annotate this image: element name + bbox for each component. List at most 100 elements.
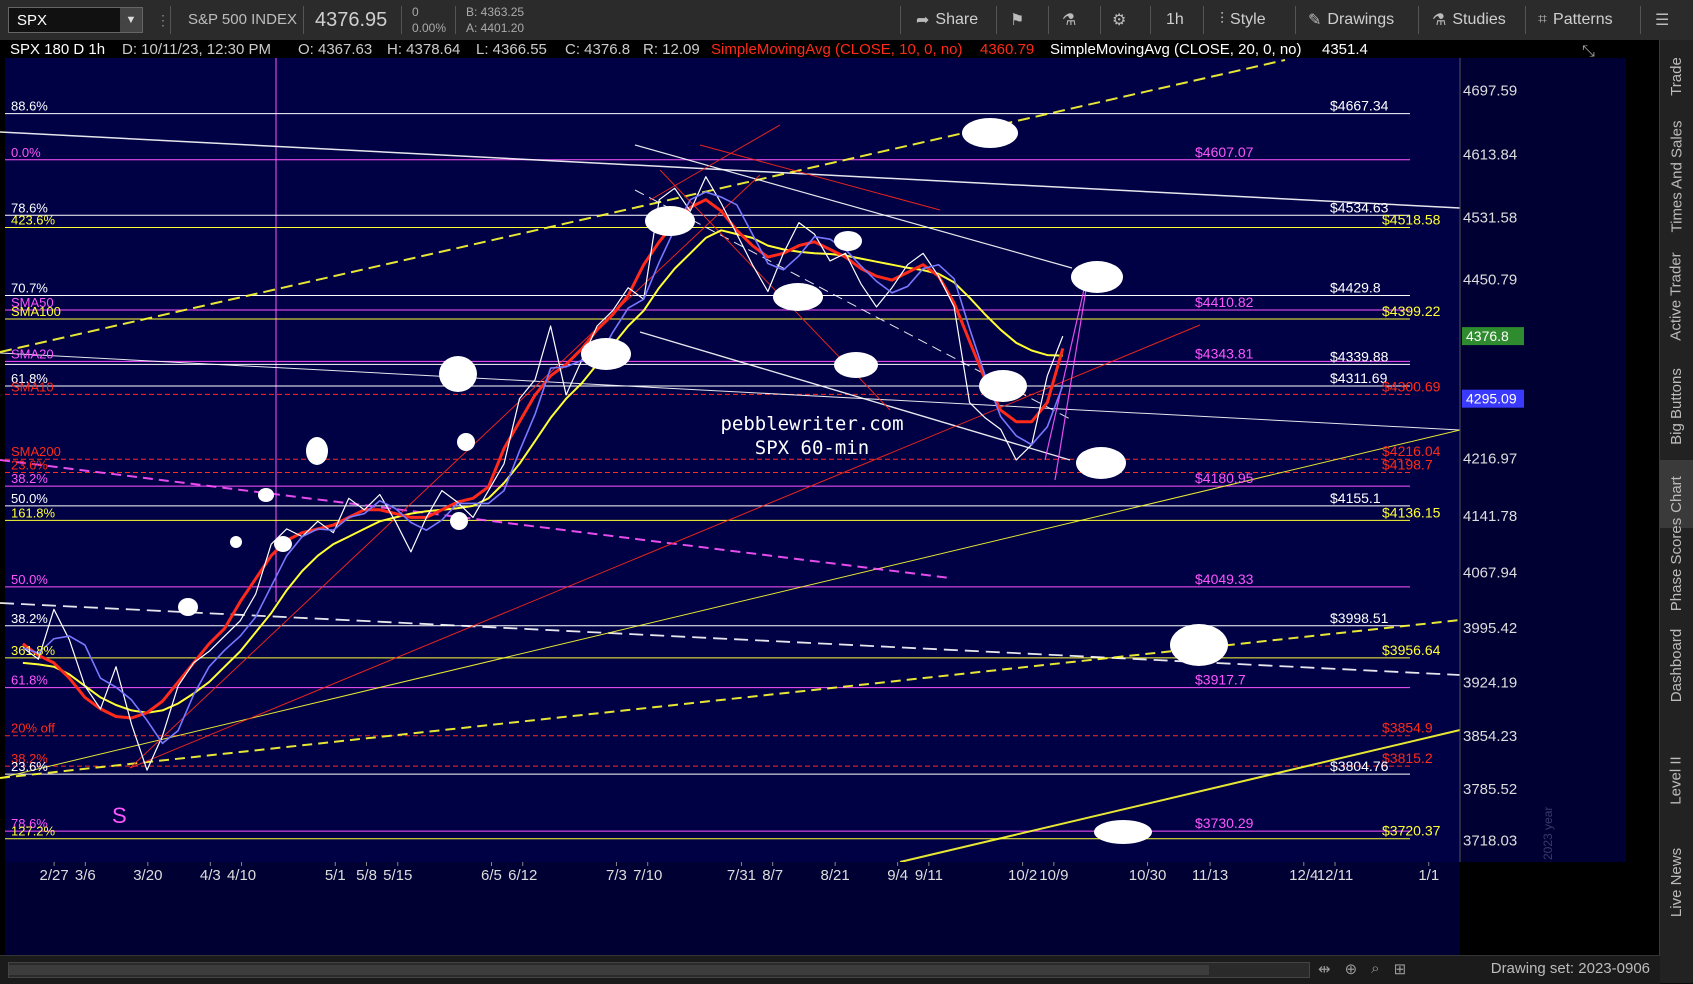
- level-right-label: $4518.58: [1382, 212, 1441, 228]
- date-axis-tick: 4/3: [200, 867, 221, 884]
- timeframe-button[interactable]: 1h: [1166, 8, 1184, 32]
- date-axis-tick: 6/5: [481, 867, 502, 884]
- share-icon: ➦: [916, 12, 930, 29]
- sidetab-times-and-sales[interactable]: Times And Sales: [1660, 112, 1693, 240]
- arrange-icon[interactable]: ⊞: [1394, 960, 1407, 978]
- level-right-label: $4607.07: [1195, 144, 1254, 160]
- style-icon: ⫶: [1220, 11, 1225, 28]
- highlight-ellipse: [979, 370, 1027, 402]
- sma20-study-label: SimpleMovingAvg (CLOSE, 20, 0, no): [1050, 41, 1302, 58]
- level-right-label: $4300.69: [1382, 378, 1441, 394]
- level-right-label: $4399.22: [1382, 303, 1441, 319]
- date-axis-tick: 10/30: [1129, 867, 1167, 884]
- symbol-input[interactable]: SPX ▼: [8, 7, 143, 33]
- date-axis-tick: 3/20: [133, 867, 162, 884]
- date-axis-tick: 3/6: [75, 867, 96, 884]
- annotation-year: 2023 year: [1541, 807, 1555, 860]
- highlight-ellipse: [457, 433, 475, 451]
- date-axis-tick: 9/11: [915, 867, 943, 884]
- share-button[interactable]: ➦ Share: [916, 8, 978, 32]
- price-axis-tick: 4613.84: [1463, 147, 1517, 164]
- level-left-label: 127.2%: [11, 824, 56, 839]
- drawings-button[interactable]: ✎ Drawings: [1308, 8, 1394, 32]
- bar-close: C: 4376.8: [565, 41, 630, 58]
- date-axis-tick: 10/2: [1008, 867, 1037, 884]
- highlight-ellipse: [178, 598, 198, 616]
- bar-range: R: 12.09: [643, 41, 700, 58]
- studies-button[interactable]: ⚗ Studies: [1432, 8, 1506, 32]
- sma10-study-value: 4360.79: [980, 41, 1034, 58]
- symbol-name: S&P 500 INDEX: [188, 11, 297, 28]
- style-button[interactable]: ⫶ Style: [1220, 8, 1266, 32]
- level-left-label: 38.2%: [11, 611, 48, 626]
- sidetab-phase-scores[interactable]: Phase Scores: [1660, 517, 1693, 610]
- chevron-down-icon[interactable]: ▼: [120, 8, 142, 32]
- pencil-icon: ✎: [1308, 12, 1322, 29]
- link-icon[interactable]: ⋮: [156, 12, 170, 29]
- level-left-label: 361.8%: [11, 643, 56, 658]
- date-axis-tick: 8/7: [762, 867, 783, 884]
- flask-icon: ⚗: [1062, 12, 1077, 29]
- level-right-label: $4311.69: [1330, 370, 1388, 386]
- date-axis-tick: 9/4: [887, 867, 908, 884]
- last-price: 4376.95: [315, 9, 388, 31]
- patterns-icon: ⌗: [1538, 11, 1548, 28]
- level-left-label: SMA20: [11, 346, 54, 361]
- level-right-label: $4410.82: [1195, 294, 1254, 310]
- horizontal-scrollbar[interactable]: [8, 962, 1310, 978]
- collapse-icon[interactable]: ⤡: [1582, 41, 1595, 60]
- bid-price: B: 4363.25: [466, 5, 525, 19]
- sidetab-level-ii[interactable]: Level II: [1660, 730, 1693, 830]
- chart-period: SPX 180 D 1h: [10, 41, 105, 58]
- flask-button[interactable]: ⚗: [1062, 8, 1076, 32]
- price-axis-tick: 3718.03: [1463, 833, 1517, 850]
- flag-icon: ⚑: [1010, 12, 1025, 29]
- highlight-ellipse: [645, 206, 695, 236]
- settings-button[interactable]: ⚙: [1112, 8, 1126, 32]
- price-chart[interactable]: 88.6% $4667.340.0% $4607.0778.6% $4534.6342…: [0, 40, 1660, 955]
- sidetab-label: Times And Sales: [1668, 120, 1685, 232]
- sidetab-live-news[interactable]: Live News: [1660, 830, 1693, 935]
- side-tab-strip: Trade Times And Sales Active Trader Big But…: [1659, 40, 1693, 983]
- sidetab-active-trader[interactable]: Active Trader: [1660, 240, 1693, 352]
- level-right-label: $4155.1: [1330, 490, 1381, 506]
- sidetab-label: Active Trader: [1668, 251, 1685, 341]
- patterns-button[interactable]: ⌗ Patterns: [1538, 8, 1613, 32]
- price-axis-tick: 3924.19: [1463, 675, 1517, 692]
- price-axis-tick: 4141.78: [1463, 508, 1517, 525]
- level-right-label: $4180.95: [1195, 470, 1254, 486]
- crosshair-icon[interactable]: ⊕: [1345, 960, 1358, 978]
- level-left-label: SMA10: [11, 379, 54, 394]
- level-right-label: $4534.63: [1330, 199, 1389, 215]
- expand-horizontal-icon[interactable]: ⇹: [1318, 960, 1331, 978]
- sidetab-label: Level II: [1668, 755, 1685, 805]
- zoom-icon[interactable]: ⌕: [1371, 960, 1379, 978]
- sidetab-trade[interactable]: Trade: [1660, 40, 1693, 112]
- date-axis-tick: 10/9: [1039, 867, 1068, 884]
- date-axis-tick: 8/21: [821, 867, 850, 884]
- price-axis-tick: 3995.42: [1463, 620, 1517, 637]
- date-axis-tick: 7/10: [633, 867, 662, 884]
- level-right-label: $4198.7: [1382, 456, 1433, 472]
- date-axis-tick: 6/12: [508, 867, 537, 884]
- menu-button[interactable]: ☰: [1655, 8, 1669, 32]
- level-right-label: $3720.37: [1382, 823, 1441, 839]
- sidetab-label: Big Buttons: [1668, 367, 1685, 445]
- sidetab-big-buttons[interactable]: Big Buttons: [1660, 352, 1693, 460]
- menu-icon: ☰: [1655, 12, 1670, 29]
- level-right-label: $3917.7: [1195, 672, 1246, 688]
- highlight-ellipse: [274, 536, 292, 552]
- sidetab-label: Dashboard: [1668, 628, 1686, 702]
- level-left-label: 61.8%: [11, 673, 48, 688]
- scroll-thumb[interactable]: [9, 965, 1209, 975]
- sidetab-dashboard[interactable]: Dashboard: [1660, 600, 1693, 730]
- date-axis-tick: 5/1: [325, 867, 346, 884]
- watermark-line1: pebblewriter.com: [720, 413, 903, 435]
- date-axis-tick: 2/27: [39, 867, 68, 884]
- highlight-ellipse: [1071, 261, 1123, 293]
- net-change: 0: [412, 5, 419, 19]
- price-badge-label: 4295.09: [1466, 391, 1517, 407]
- highlight-ellipse: [581, 338, 631, 370]
- flag-button[interactable]: ⚑: [1010, 8, 1024, 32]
- drawing-set-label[interactable]: Drawing set: 2023-0906: [1491, 960, 1650, 977]
